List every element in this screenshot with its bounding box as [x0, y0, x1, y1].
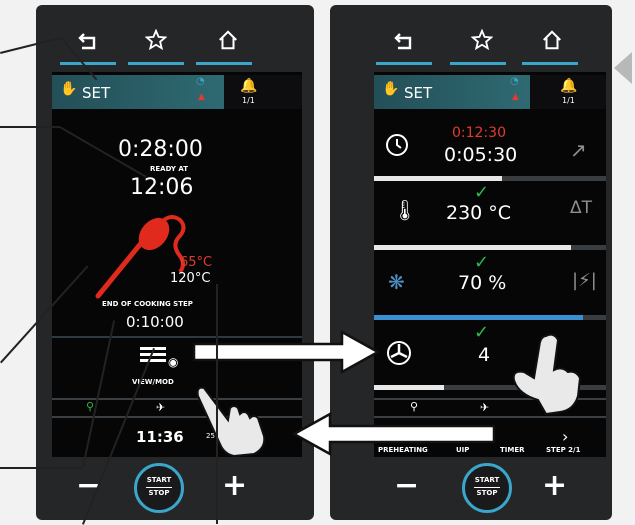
status-count: 1/1 [562, 96, 575, 105]
fan-small-icon[interactable]: ✈ [156, 401, 165, 414]
ready-at-time: 12:06 [130, 175, 194, 200]
check-icon: ✓ [474, 322, 490, 343]
humidity-progress-bar [374, 315, 606, 320]
set-label: SET [82, 84, 111, 102]
delta-t-icon[interactable]: ΔT [570, 198, 592, 218]
hand-pointer-icon [506, 330, 586, 424]
chevron-right-icon[interactable]: › [562, 427, 568, 446]
wifi-icon: ◔ [196, 76, 205, 87]
arrow-right-icon [192, 328, 382, 380]
clock: 11:36 [136, 428, 184, 446]
minus-button[interactable]: − [394, 468, 419, 503]
probe-temperature: 65°C [180, 255, 213, 270]
bell-icon[interactable]: 🔔 [560, 78, 577, 94]
stop-label: STOP [474, 487, 500, 498]
alert-icon: ▲ [512, 92, 519, 102]
timer-elapsed: 0:12:30 [452, 125, 506, 141]
side-arrow-icon[interactable] [614, 52, 632, 84]
check-icon: ✓ [474, 252, 490, 273]
fan-speed-value[interactable]: 4 [478, 344, 490, 366]
back-tab-indicator [60, 62, 116, 65]
callout-line [0, 126, 60, 128]
eye-icon: ◉ [168, 355, 179, 369]
ready-at-label: READY AT [150, 165, 189, 173]
star-icon[interactable] [462, 27, 502, 61]
tab-timer[interactable]: TIMER [500, 446, 525, 454]
fan-icon[interactable] [386, 340, 412, 370]
callout-line [216, 284, 218, 524]
plus-button[interactable]: + [222, 468, 247, 503]
tab-step[interactable]: STEP 2/1 [546, 446, 580, 454]
humidity-icon[interactable]: ❋ [388, 270, 405, 294]
status-count: 1/1 [242, 96, 255, 105]
hand-pointer-icon [194, 378, 274, 462]
arrow-left-icon [290, 411, 496, 460]
back-arrow-icon[interactable] [68, 27, 108, 61]
plus-button[interactable]: + [542, 468, 567, 503]
set-label: SET [404, 84, 433, 102]
hand-pointer-icon: ✋ [382, 81, 400, 97]
temperature-value[interactable]: 230 °C [446, 202, 511, 224]
timer-progress-bar [374, 176, 606, 181]
home-tab-indicator [522, 62, 578, 65]
status-bar-right [224, 75, 302, 109]
callout-line [0, 467, 82, 469]
thermometer-icon[interactable]: 🌡 [392, 198, 417, 222]
check-icon: ✓ [474, 182, 490, 203]
timer-total[interactable]: 0:05:30 [444, 144, 517, 166]
hand-pointer-icon: ✋ [60, 81, 78, 97]
damper-icon[interactable]: |⚡| [572, 270, 597, 291]
start-stop-button[interactable]: START STOP [134, 463, 184, 513]
star-icon[interactable] [136, 27, 176, 61]
end-step-label: END OF COOKING STEP [102, 300, 193, 308]
end-step-time: 0:10:00 [126, 313, 184, 331]
target-temperature: 120°C [170, 271, 211, 286]
humidity-value[interactable]: 70 % [458, 272, 506, 294]
favorite-tab-indicator [450, 62, 506, 65]
temperature-progress-bar [374, 245, 606, 250]
back-arrow-icon[interactable] [384, 27, 424, 61]
start-stop-button[interactable]: START STOP [462, 463, 512, 513]
stop-label: STOP [146, 487, 172, 498]
probe-icon[interactable]: ↗ [570, 138, 587, 162]
bell-icon[interactable]: 🔔 [240, 78, 257, 94]
cooking-time: 0:28:00 [118, 137, 203, 162]
home-tab-indicator [196, 62, 252, 65]
clock-icon[interactable] [384, 132, 410, 162]
wifi-icon: ◔ [510, 76, 519, 87]
back-tab-indicator [376, 62, 432, 65]
start-label: START [474, 476, 500, 484]
favorite-tab-indicator [128, 62, 184, 65]
alert-icon: ▲ [198, 92, 205, 102]
home-icon[interactable] [208, 27, 248, 61]
home-icon[interactable] [532, 27, 572, 61]
start-label: START [146, 476, 172, 484]
